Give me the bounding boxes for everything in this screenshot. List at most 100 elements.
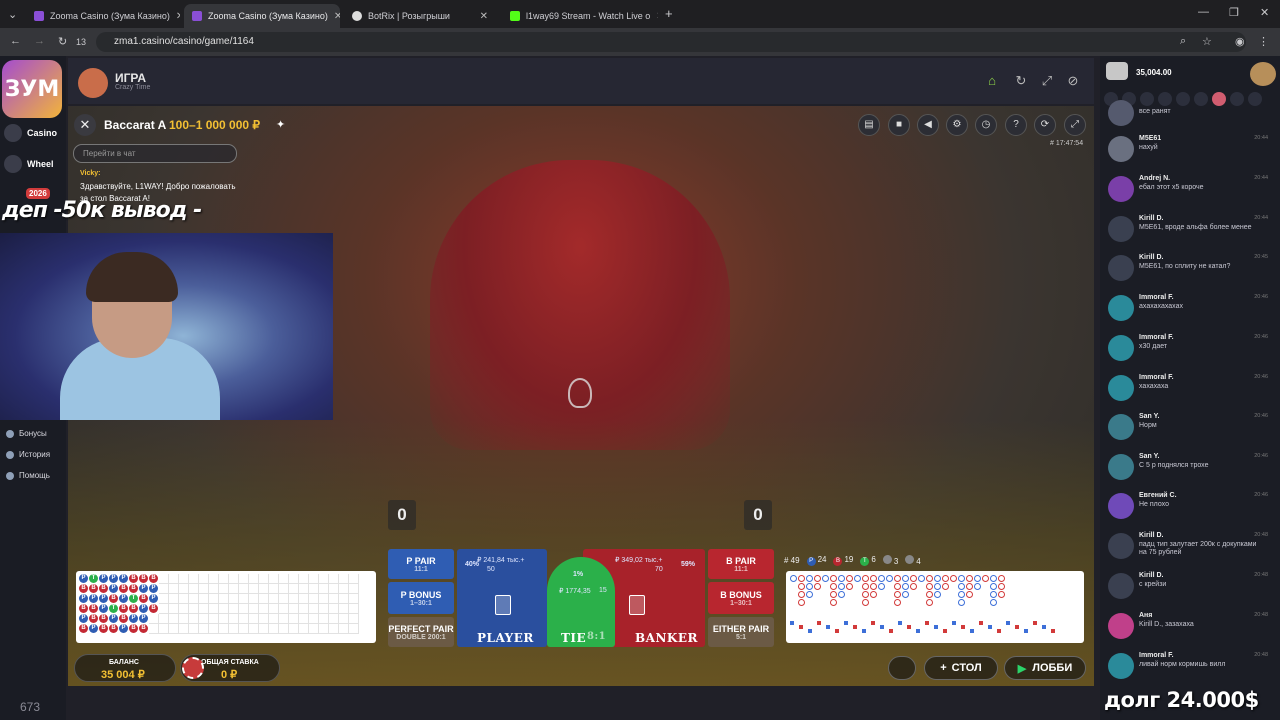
chat-username[interactable]: Immoral F. [1139,374,1174,381]
chat-username[interactable]: Евгений С. [1139,492,1177,499]
history-clock-icon[interactable]: ◷ [975,114,997,136]
sidebar-item-wheel[interactable]: Wheel [4,155,54,173]
chat-avatar[interactable] [1108,295,1134,321]
profile-icon[interactable]: ◉ [1235,35,1245,48]
chat-avatar[interactable] [1108,533,1134,559]
chat-avatar[interactable] [1108,136,1134,162]
chat-input[interactable]: Перейти в чат [73,144,237,163]
chat-username[interactable]: Kirill D. [1139,572,1164,579]
balance-label: БАЛАНС [109,659,139,666]
browser-tab[interactable]: l1way69 Stream - Watch Live o ✕ [502,4,658,28]
bet-p-pair[interactable]: P PAIR 11:1 [388,549,454,579]
chat-username[interactable]: San Y. [1139,453,1160,460]
chat-username[interactable]: Kirill D. [1139,254,1164,261]
bet-b-bonus[interactable]: B BONUS 1–30:1 [708,582,774,614]
minimize-icon[interactable]: — [1198,6,1209,18]
forward-icon[interactable]: → [34,35,45,47]
bead-road-cell [179,624,189,634]
chat-text: все ранят [1139,108,1171,115]
bead-road-cell [269,624,279,634]
reload-icon[interactable]: ↻ [58,35,67,48]
user-avatar[interactable] [1250,62,1276,86]
undo-button[interactable] [888,656,916,680]
table-name: Baccarat A [104,118,167,132]
sidebar-item-bonuses[interactable]: Бонусы [6,429,47,438]
bead-road-cell: B [129,574,138,583]
chat-avatar[interactable] [1108,573,1134,599]
chat-username[interactable]: Andrej N. [1139,175,1170,182]
zoom-icon[interactable]: ⌕ [1180,35,1186,48]
bet-tie[interactable]: 1% ₽ 1774,35 15 TIE 8:1 [547,557,615,647]
big-road[interactable] [786,571,1084,643]
big-road-mark [958,583,965,590]
sidebar-item-help[interactable]: Помощь [6,471,50,480]
bet-perfect-pair[interactable]: PERFECT PAIR DOUBLE 200:1 [388,617,454,647]
maximize-icon[interactable]: ❐ [1229,6,1239,19]
settings-icon[interactable]: ⚙ [946,114,968,136]
chat-avatar[interactable] [1108,375,1134,401]
site-logo[interactable]: ЗУМ [2,60,62,118]
chat-avatar[interactable] [1108,335,1134,361]
chat-username[interactable]: Immoral F. [1139,334,1174,341]
chat-avatar[interactable] [1108,176,1134,202]
chat-username[interactable]: Аня [1139,612,1152,619]
close-tab-icon[interactable]: ✕ [328,11,340,22]
chat-username[interactable]: San Y. [1139,413,1160,420]
browser-tab[interactable]: Zooma Casino (Зума Казино) ✕ [26,4,180,28]
sound-icon[interactable]: ◀ [917,114,939,136]
sidebar-item-history[interactable]: История [6,450,50,459]
url-field[interactable]: zma1.casino/casino/game/1164 [96,32,1246,52]
browser-tab-active[interactable]: Zooma Casino (Зума Казино) ✕ [184,4,340,28]
back-icon[interactable]: ← [10,35,21,47]
chat-avatar[interactable] [1108,454,1134,480]
rotate-icon[interactable]: ⟳ [1034,114,1056,136]
fullscreen-icon[interactable]: ⤢ [1040,74,1054,88]
home-icon[interactable]: ⌂ [985,74,999,88]
browser-tab[interactable]: BotRix | Розыгрыши ✕ [344,4,496,28]
favorite-pin-icon[interactable]: ✦ [276,118,285,131]
chat-avatar[interactable] [1108,255,1134,281]
sidebar-item-casino[interactable]: Casino [4,124,57,142]
chat-avatar[interactable] [1108,100,1134,126]
expand-icon[interactable]: ⤢ [1064,114,1086,136]
chat-avatar[interactable] [1108,653,1134,679]
close-window-icon[interactable]: ✕ [1260,6,1269,19]
lobby-button[interactable]: ▶ ЛОББИ [1004,656,1086,680]
video-icon[interactable]: ■ [888,114,910,136]
bet-either-pair[interactable]: EITHER PAIR 5:1 [708,617,774,647]
close-tab-icon[interactable]: ✕ [474,11,488,22]
stat-player-pair: 3 [882,554,898,566]
bead-road-cell [189,624,199,634]
close-tab-icon[interactable]: ✕ [650,11,658,22]
refresh-icon[interactable]: ↻ [1014,74,1028,88]
new-tab-button[interactable]: + [665,6,673,21]
chat-username[interactable]: Immoral F. [1139,652,1174,659]
chat-avatar[interactable] [1108,493,1134,519]
chat-username[interactable]: Kirill D. [1139,215,1164,222]
chip-selector[interactable] [182,657,204,679]
big-road-mark [910,575,917,582]
mute-icon[interactable]: ⊘ [1066,74,1080,88]
bead-road[interactable]: PTPPPBBBBBBPBBPPPPPBPTBPBBPTBBPBPBBPBPPB… [76,571,376,643]
chat-username[interactable]: Kirill D. [1139,532,1164,539]
chat-icon[interactable]: ▤ [858,114,880,136]
chat-username[interactable]: M5E61 [1139,135,1161,142]
bet-p-bonus[interactable]: P BONUS 1–30:1 [388,582,454,614]
bookmark-star-icon[interactable]: ☆ [1202,35,1212,48]
chat-avatar[interactable] [1108,414,1134,440]
chat-avatar[interactable] [1108,216,1134,242]
tab-search-icon[interactable]: ⌄ [8,8,17,21]
bead-road-cell [219,604,229,614]
bead-road-cell [289,584,299,594]
bet-player[interactable]: ₽ 241,84 тыс.+ 50 40% PLAYER [457,549,547,647]
help-question-icon[interactable]: ? [1005,114,1027,136]
close-tab-icon[interactable]: ✕ [170,11,180,22]
table-button[interactable]: + СТОЛ [924,656,998,680]
chat-username[interactable]: Immoral F. [1139,294,1174,301]
wallet-icon[interactable] [1106,62,1128,80]
bet-b-pair[interactable]: B PAIR 11:1 [708,549,774,579]
menu-icon[interactable]: ⋮ [1258,35,1269,48]
chat-avatar[interactable] [1108,613,1134,639]
bead-road-cell [209,624,219,634]
close-game-icon[interactable]: ✕ [74,114,96,136]
